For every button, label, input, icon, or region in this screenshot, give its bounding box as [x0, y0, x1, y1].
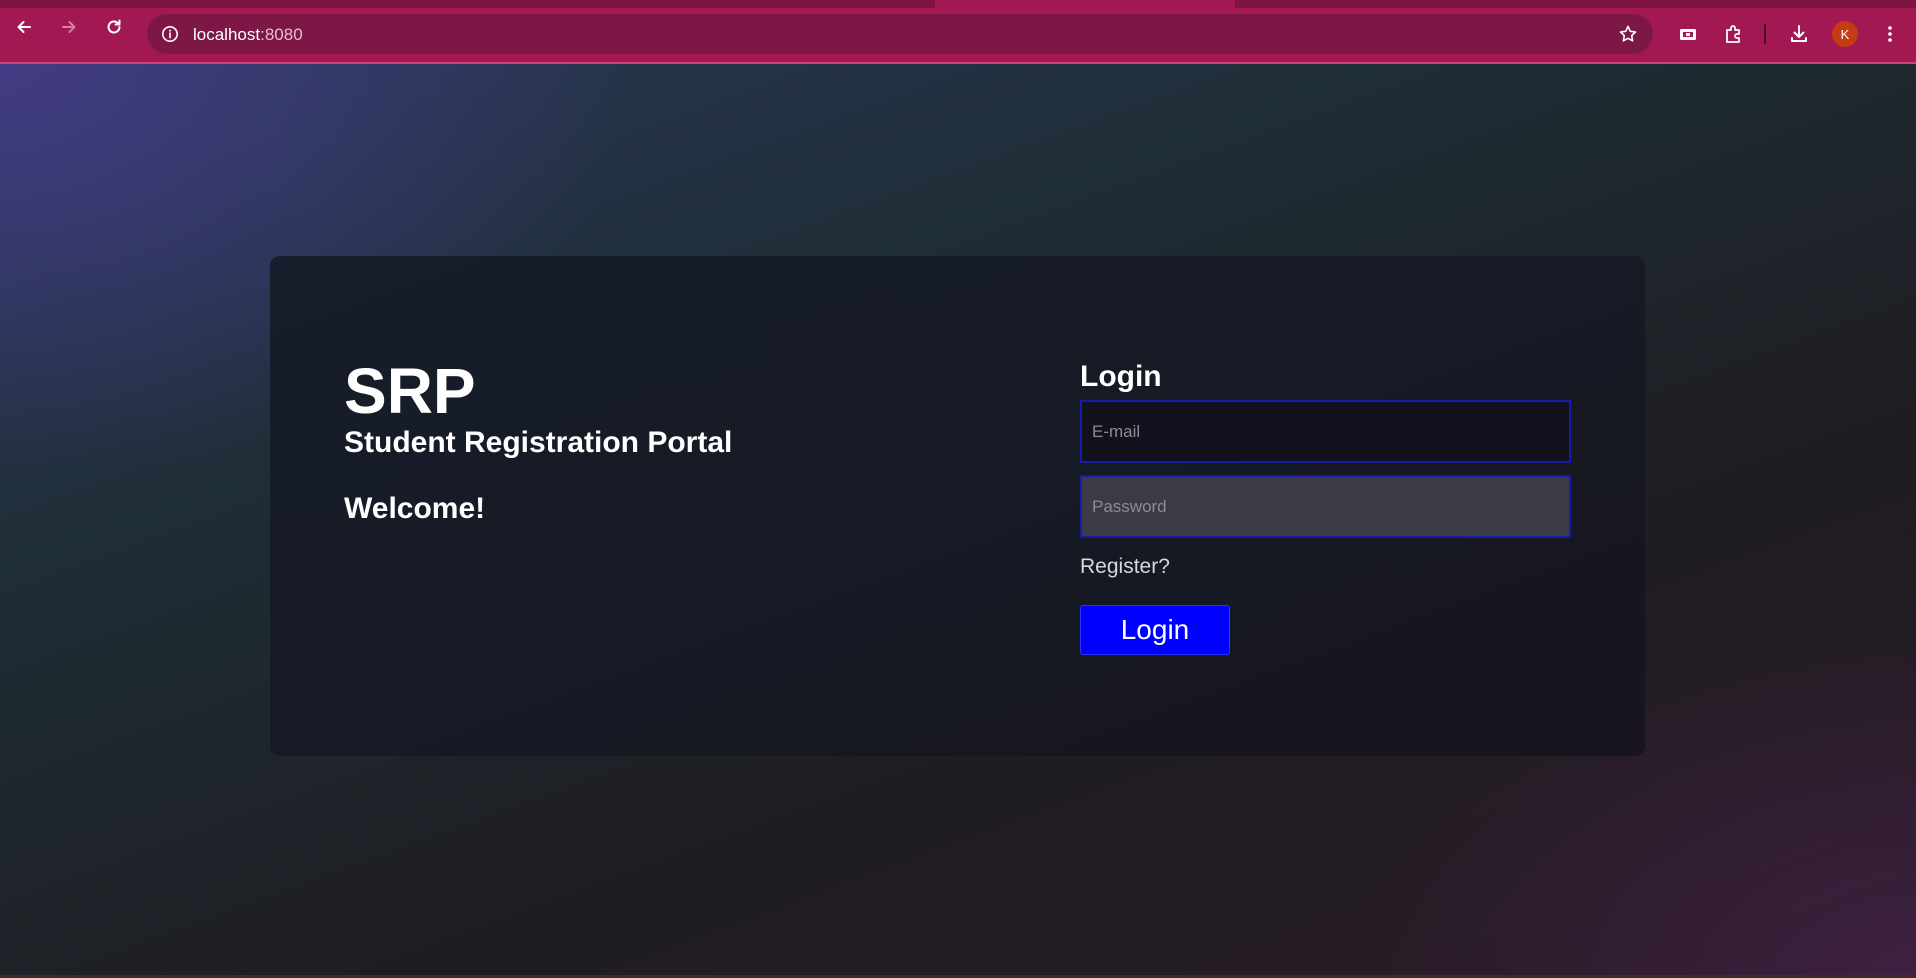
- brand-title: SRP: [344, 355, 476, 427]
- email-field[interactable]: [1080, 400, 1571, 463]
- login-button[interactable]: Login: [1080, 605, 1230, 655]
- active-tab[interactable]: [935, 0, 1235, 8]
- forward-button[interactable]: [54, 14, 84, 44]
- avatar-initial: K: [1840, 26, 1850, 42]
- browser-chrome: localhost:8080 K: [0, 0, 1916, 64]
- forward-arrow-icon: [59, 17, 79, 42]
- toolbar-separator: [1764, 24, 1766, 44]
- reload-button[interactable]: [99, 14, 129, 44]
- tab-icon[interactable]: [1674, 20, 1702, 48]
- login-card: SRP Student Registration Portal Welcome!…: [270, 256, 1645, 756]
- tab-strip: [0, 0, 1916, 8]
- page-background: SRP Student Registration Portal Welcome!…: [0, 64, 1916, 978]
- url-text[interactable]: localhost:8080: [193, 25, 303, 45]
- back-arrow-icon: [14, 17, 34, 42]
- reload-icon: [104, 17, 124, 42]
- avatar[interactable]: K: [1832, 21, 1858, 47]
- url-port: :8080: [260, 25, 303, 44]
- url-host: localhost: [193, 25, 261, 44]
- address-bar[interactable]: localhost:8080: [147, 14, 1653, 54]
- register-link[interactable]: Register?: [1080, 556, 1170, 577]
- kebab-menu-icon[interactable]: [1876, 20, 1904, 48]
- password-field[interactable]: [1080, 475, 1571, 538]
- info-icon[interactable]: [159, 23, 181, 45]
- brand-subtitle: Student Registration Portal: [344, 426, 733, 459]
- welcome-heading: Welcome!: [344, 492, 486, 525]
- download-icon[interactable]: [1785, 20, 1813, 48]
- back-button[interactable]: [9, 14, 39, 44]
- star-icon[interactable]: [1617, 23, 1639, 45]
- puzzle-icon[interactable]: [1719, 20, 1747, 48]
- login-heading: Login: [1080, 360, 1162, 393]
